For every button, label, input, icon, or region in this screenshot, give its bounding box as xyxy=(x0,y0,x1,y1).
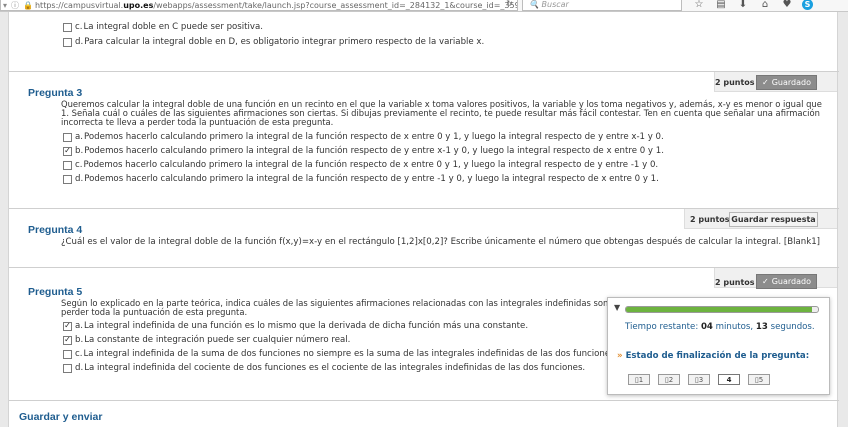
option-d[interactable]: d. Podemos hacerlo calculando primero la… xyxy=(63,174,659,184)
checkbox[interactable] xyxy=(63,22,72,32)
time-remaining: Tiempo restante: 04 minutos, 13 segundos… xyxy=(625,322,815,332)
saved-badge: ✓ Guardado xyxy=(756,75,817,90)
question-nav-4-current[interactable]: 4 xyxy=(718,374,740,385)
checkbox[interactable] xyxy=(63,349,72,359)
checkbox[interactable] xyxy=(63,160,72,170)
option-b[interactable]: ✓ b. Podemos hacerlo calculando primero … xyxy=(63,146,664,156)
points-label: 2 puntos xyxy=(715,78,755,87)
question-title: Pregunta 4 xyxy=(28,224,83,236)
option-b[interactable]: ✓ b. La constante de integración puede s… xyxy=(63,335,350,345)
lock-icon: 🔒 xyxy=(23,0,33,10)
info-icon[interactable]: ⓘ xyxy=(11,0,19,10)
question-nav-2[interactable]: ▯ 2 xyxy=(658,374,680,385)
option-c[interactable]: c. Podemos hacerlo calculando primero la… xyxy=(63,160,658,170)
pocket-icon[interactable]: ♥ xyxy=(776,0,798,10)
checkbox[interactable] xyxy=(63,132,72,142)
reload-icon[interactable]: ↻ xyxy=(506,0,513,8)
checkbox[interactable] xyxy=(63,174,72,184)
question-text: ¿Cuál es el valor de la integral doble d… xyxy=(61,237,821,247)
download-icon[interactable]: ⬇ xyxy=(732,0,754,10)
question-text-line2: perder toda la puntuación de esta pregun… xyxy=(61,307,248,317)
checkbox-checked[interactable]: ✓ xyxy=(63,146,72,156)
save-answer-button[interactable]: Guardar respuesta xyxy=(729,212,818,227)
question-nav-1[interactable]: ▯ 1 xyxy=(628,374,650,385)
double-chevron-icon: » xyxy=(617,351,623,361)
url-text[interactable]: https://campusvirtual.upo.es/webapps/ass… xyxy=(35,1,517,10)
check-icon: ✓ xyxy=(762,78,769,87)
divider xyxy=(9,400,839,401)
option-d-prev[interactable]: d. Para calcular la integral doble en D,… xyxy=(63,37,484,47)
time-progress-bar xyxy=(625,306,819,313)
dropdown-arrow-icon[interactable]: ▾ xyxy=(3,1,7,10)
skype-icon[interactable]: S xyxy=(802,0,813,10)
question-title: Pregunta 5 xyxy=(28,286,83,298)
option-a[interactable]: ✓ a. La integral indefinida de una funci… xyxy=(63,321,528,331)
home-icon[interactable]: ⌂ xyxy=(754,0,776,10)
collapse-icon[interactable]: ▼ xyxy=(614,303,620,312)
url-bar[interactable]: ▾ ⓘ 🔒 https://campusvirtual.upo.es/webap… xyxy=(0,0,518,11)
search-input[interactable]: 🔍 Buscar xyxy=(522,0,682,11)
option-a[interactable]: a. Podemos hacerlo calculando primero la… xyxy=(63,132,664,142)
checkbox-checked[interactable]: ✓ xyxy=(63,321,72,331)
question-text: Queremos calcular la integral doble de u… xyxy=(61,99,822,127)
star-icon[interactable]: ☆ xyxy=(688,0,710,10)
time-progress-fill xyxy=(626,307,813,312)
submit-section-title: Guardar y enviar xyxy=(19,411,103,423)
reading-list-icon[interactable]: ▤ xyxy=(710,0,732,10)
completion-status-toggle[interactable]: » Estado de finalización de la pregunta: xyxy=(617,351,809,361)
question-title: Pregunta 3 xyxy=(28,87,83,99)
option-c-prev[interactable]: c. La integral doble en C puede ser posi… xyxy=(63,22,263,32)
points-label: 2 puntos xyxy=(715,278,755,287)
question-navigator: ▯ 1 ▯ 2 ▯ 3 4 ▯ 5 xyxy=(628,374,770,385)
option-d[interactable]: d. La integral indefinida del cociente d… xyxy=(63,363,585,373)
points-label: 2 puntos xyxy=(690,215,730,224)
browser-actions: ☆ ▤ ⬇ ⌂ ♥ S xyxy=(688,0,813,10)
browser-toolbar: ▾ ⓘ 🔒 https://campusvirtual.upo.es/webap… xyxy=(0,0,848,12)
option-c[interactable]: c. La integral indefinida de la suma de … xyxy=(63,349,617,359)
question-nav-5[interactable]: ▯ 5 xyxy=(748,374,770,385)
checkbox-checked[interactable]: ✓ xyxy=(63,335,72,345)
search-icon: 🔍 xyxy=(529,0,542,9)
checkbox[interactable] xyxy=(63,37,72,47)
question-nav-3[interactable]: ▯ 3 xyxy=(688,374,710,385)
checkbox[interactable] xyxy=(63,363,72,373)
check-icon: ✓ xyxy=(762,277,769,286)
saved-badge: ✓ Guardado xyxy=(756,274,817,289)
timer-panel: ▼ Tiempo restante: 04 minutos, 13 segund… xyxy=(607,297,830,395)
